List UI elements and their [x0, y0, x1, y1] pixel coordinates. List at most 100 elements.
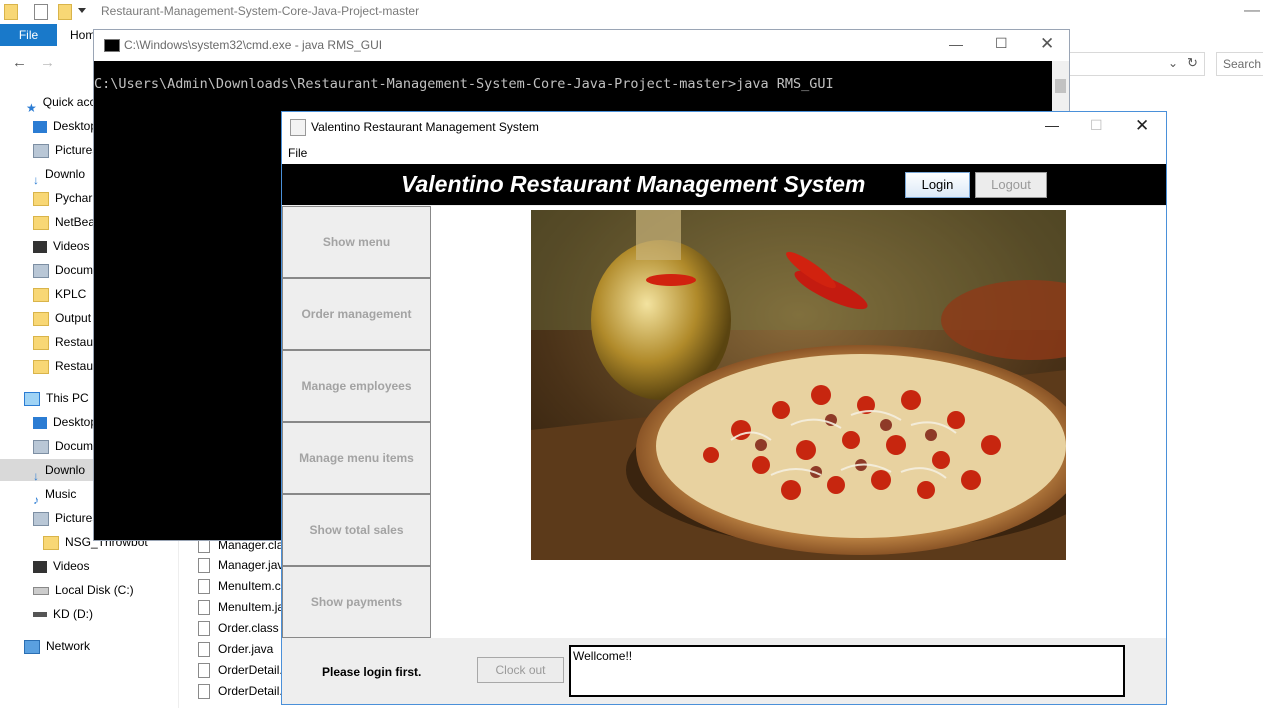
file-icon [198, 558, 210, 574]
tab-file[interactable]: File [0, 24, 57, 46]
nav-item-network[interactable]: Network [24, 635, 90, 657]
folder-icon [33, 191, 49, 206]
nav-item-restaurant-1[interactable]: Restaur [33, 331, 97, 353]
file-list: Manager.cla Manager.jav MenuItem.c MenuI… [190, 535, 284, 708]
nav-item-local-disk[interactable]: Local Disk (C:) [33, 579, 134, 601]
address-bar[interactable]: ⌄ ↻ [1070, 52, 1205, 76]
nav-item-kd-drive[interactable]: KD (D:) [33, 603, 93, 625]
clock-out-button[interactable]: Clock out [477, 657, 564, 683]
app-header-title: Valentino Restaurant Management System [401, 171, 866, 197]
refresh-icon[interactable]: ↻ [1187, 55, 1198, 71]
list-item[interactable]: Order.class [198, 618, 279, 638]
download-icon: ↓ [33, 172, 39, 187]
manage-menu-items-button[interactable]: Manage menu items [282, 422, 431, 494]
folder-icon [4, 4, 18, 20]
nav-item-downloads[interactable]: ↓ Downlo [33, 163, 86, 187]
minimize-icon[interactable]: — [949, 36, 963, 52]
nav-item-output[interactable]: Output [33, 307, 91, 329]
file-name: MenuItem.c [218, 579, 281, 593]
search-input[interactable]: Search R [1216, 52, 1263, 76]
nav-item-label: Desktop [53, 119, 98, 133]
maximize-icon[interactable]: ☐ [1090, 117, 1103, 134]
content-area [431, 206, 1166, 638]
nav-item-music[interactable]: ♪ Music [33, 483, 76, 507]
cmd-titlebar[interactable]: C:\Windows\system32\cmd.exe - java RMS_G… [94, 30, 1069, 61]
nav-item-pc-pictures[interactable]: Pictures [33, 507, 98, 529]
pictures-icon [33, 143, 49, 158]
minimize-icon[interactable]: — [1045, 117, 1059, 133]
download-icon: ↓ [33, 468, 39, 483]
pc-icon [24, 391, 40, 406]
nav-item-label: Restaur [55, 359, 98, 373]
app-menubar: File [282, 142, 1166, 164]
nav-item-documents[interactable]: Docum [33, 259, 93, 281]
nav-item-label: Restaur [55, 335, 98, 349]
nav-item-pictures[interactable]: Pictures [33, 139, 98, 161]
disk-icon [33, 586, 49, 595]
nav-item-quick-access[interactable]: ★ Quick acc [26, 91, 95, 115]
message-area[interactable]: Wellcome!! [569, 645, 1125, 697]
nav-item-this-pc[interactable]: This PC [24, 387, 89, 409]
logout-button[interactable]: Logout [975, 172, 1047, 198]
minimize-icon[interactable]: — [1244, 2, 1260, 20]
close-icon[interactable]: ✕ [1040, 34, 1054, 54]
show-payments-button[interactable]: Show payments [282, 566, 431, 638]
back-icon[interactable]: ← [12, 54, 27, 71]
new-folder-icon[interactable] [58, 4, 72, 20]
scrollbar-thumb[interactable] [1055, 79, 1066, 93]
file-icon [198, 684, 210, 700]
music-icon: ♪ [33, 492, 39, 507]
nav-item-pc-videos[interactable]: Videos [33, 555, 89, 577]
list-item[interactable]: OrderDetail. [198, 660, 283, 680]
nav-item-pc-documents[interactable]: Docum [33, 435, 93, 457]
show-menu-button[interactable]: Show menu [282, 206, 431, 278]
nav-item-videos[interactable]: Videos [33, 235, 89, 257]
folder-icon [33, 359, 49, 374]
file-name: MenuItem.ja [218, 600, 285, 614]
file-icon [198, 600, 210, 616]
folder-icon [33, 311, 49, 326]
nav-item-pycharm[interactable]: Pycharm [33, 187, 102, 209]
nav-item-label: Desktop [53, 415, 98, 429]
chevron-down-icon[interactable]: ⌄ [1168, 56, 1178, 70]
list-item[interactable]: MenuItem.c [198, 576, 281, 596]
desktop-icon [33, 416, 47, 429]
nav-item-label: Videos [53, 239, 90, 253]
nav-item-netbeans[interactable]: NetBean [33, 211, 102, 233]
star-icon: ★ [26, 100, 37, 115]
nav-item-kplc[interactable]: KPLC [33, 283, 86, 305]
customize-quick-access-icon[interactable] [78, 8, 86, 13]
close-icon[interactable]: ✕ [1135, 116, 1149, 136]
menu-file[interactable]: File [288, 146, 307, 160]
nav-item-label: Downlo [45, 167, 86, 181]
nav-item-desktop[interactable]: Desktop [33, 115, 97, 137]
cmd-output-line: C:\Users\Admin\Downloads\Restaurant-Mana… [94, 76, 834, 92]
list-item[interactable]: OrderDetail. [198, 681, 283, 701]
network-icon [24, 639, 40, 654]
nav-item-pc-desktop[interactable]: Desktop [33, 411, 97, 433]
cmd-window-title: C:\Windows\system32\cmd.exe - java RMS_G… [124, 38, 383, 52]
file-icon [198, 621, 210, 637]
app-window-title: Valentino Restaurant Management System [311, 120, 539, 134]
nav-item-label: Videos [53, 559, 90, 573]
app-window: Valentino Restaurant Management System —… [281, 111, 1167, 705]
show-total-sales-button[interactable]: Show total sales [282, 494, 431, 566]
cmd-icon [104, 39, 120, 52]
file-name: OrderDetail. [218, 684, 283, 698]
login-button[interactable]: Login [905, 172, 970, 198]
file-icon [198, 663, 210, 679]
list-item[interactable]: Manager.jav [198, 555, 283, 575]
nav-item-restaurant-2[interactable]: Restaur [33, 355, 97, 377]
tab-home[interactable]: Hom [70, 24, 95, 46]
nav-item-label: Pictures [55, 143, 99, 157]
maximize-icon[interactable]: ☐ [995, 35, 1008, 52]
nav-item-label: Pictures [55, 511, 99, 525]
app-titlebar[interactable]: Valentino Restaurant Management System —… [282, 112, 1166, 142]
list-item[interactable]: MenuItem.ja [198, 597, 284, 617]
order-management-button[interactable]: Order management [282, 278, 431, 350]
folder-icon [33, 215, 49, 230]
forward-icon[interactable]: → [40, 54, 55, 71]
manage-employees-button[interactable]: Manage employees [282, 350, 431, 422]
list-item[interactable]: Order.java [198, 639, 273, 659]
properties-icon[interactable] [34, 4, 48, 20]
